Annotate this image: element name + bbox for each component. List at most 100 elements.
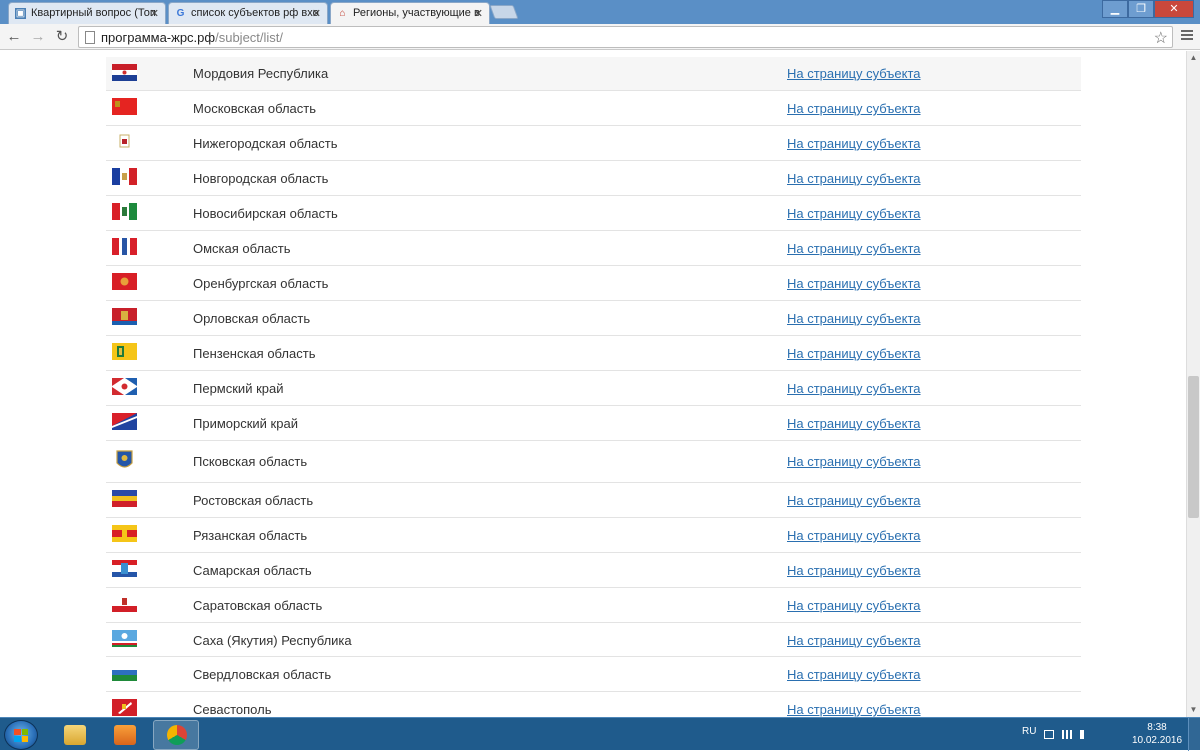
close-icon[interactable]: ✕ — [312, 7, 321, 20]
close-icon[interactable]: ✕ — [150, 7, 159, 20]
table-row: Саратовская область На страницу субъекта — [106, 588, 1081, 623]
media-player-icon — [114, 725, 136, 745]
window-controls: ▁ ❐ ✕ — [1102, 0, 1194, 18]
subject-page-link[interactable]: На страницу субъекта — [787, 161, 921, 196]
start-button[interactable] — [4, 720, 38, 750]
close-window-button[interactable]: ✕ — [1154, 0, 1194, 18]
clock-time: 8:38 — [1147, 722, 1167, 733]
subject-name: Ростовская область — [193, 493, 314, 508]
subject-page-link[interactable]: На страницу субъекта — [787, 336, 921, 371]
address-bar[interactable]: программа-жрс.рф/subject/list/ ☆ — [78, 26, 1173, 48]
reload-icon[interactable]: ↻ — [52, 27, 72, 47]
nizhny-novgorod-flag — [119, 134, 130, 148]
scroll-up-arrow-icon[interactable]: ▲ — [1187, 51, 1200, 65]
subject-name: Рязанская область — [193, 528, 308, 543]
subject-page-link[interactable]: На страницу субъекта — [787, 588, 921, 623]
omsk-flag — [112, 238, 137, 255]
chrome-menu-icon[interactable] — [1180, 28, 1194, 44]
url-host: программа-жрс.рф — [101, 30, 216, 45]
table-row: Рязанская область На страницу субъекта — [106, 518, 1081, 553]
table-row: Оренбургская область На страницу субъект… — [106, 266, 1081, 301]
tab-regions[interactable]: ⌂ Регионы, участвующие в ✕ — [330, 2, 490, 25]
bookmark-star-icon[interactable]: ☆ — [1154, 28, 1168, 48]
rostov-flag — [112, 490, 137, 507]
table-row: Пермский край На страницу субъекта — [106, 371, 1081, 406]
subject-page-link[interactable]: На страницу субъекта — [787, 406, 921, 441]
pskov-coat-of-arms — [116, 450, 133, 468]
orenburg-flag — [112, 273, 137, 290]
table-row: Московская область На страницу субъекта — [106, 91, 1081, 126]
title-bar: ▣ Квартирный вопрос (Топ ✕ G список субъ… — [0, 0, 1200, 25]
subject-page-link[interactable]: На страницу субъекта — [787, 301, 921, 336]
table-row: Новгородская область На страницу субъект… — [106, 161, 1081, 196]
subject-page-link[interactable]: На страницу субъекта — [787, 196, 921, 231]
subject-page-link[interactable]: На страницу субъекта — [787, 126, 921, 161]
restore-button[interactable]: ❐ — [1128, 0, 1154, 18]
flag-notification-icon[interactable] — [1044, 730, 1054, 739]
subject-name: Мордовия Республика — [193, 66, 329, 81]
page-content: Мордовия Республика На страницу субъекта… — [0, 51, 1186, 717]
subject-name: Орловская область — [193, 311, 311, 326]
scroll-down-arrow-icon[interactable]: ▼ — [1187, 703, 1200, 717]
browser-toolbar: ← → ↻ программа-жрс.рф/subject/list/ ☆ — [0, 24, 1200, 50]
chrome-icon — [167, 725, 187, 745]
google-icon: G — [176, 8, 185, 19]
subject-page-link[interactable]: На страницу субъекта — [787, 483, 921, 518]
subject-page-link[interactable]: На страницу субъекта — [787, 553, 921, 588]
subject-page-link[interactable]: На страницу субъекта — [787, 57, 921, 91]
language-indicator[interactable]: RU — [1022, 726, 1036, 737]
perm-flag — [112, 378, 137, 395]
scrollbar-thumb[interactable] — [1188, 376, 1199, 518]
new-tab-button[interactable] — [489, 5, 519, 19]
forward-arrow-icon[interactable]: → — [28, 27, 48, 47]
subjects-table: Мордовия Республика На страницу субъекта… — [106, 57, 1081, 717]
taskbar-media-player[interactable] — [102, 720, 148, 750]
minimize-button[interactable]: ▁ — [1102, 0, 1128, 18]
windows-taskbar: RU 8:38 10.02.2016 — [0, 717, 1200, 751]
close-icon[interactable]: ✕ — [474, 7, 483, 20]
ryazan-flag — [112, 525, 137, 542]
table-row: Свердловская область На страницу субъект… — [106, 657, 1081, 692]
folder-icon — [64, 725, 86, 745]
tab-label: Квартирный вопрос (Топ — [31, 7, 156, 19]
penza-flag — [112, 343, 137, 360]
subject-page-link[interactable]: На страницу субъекта — [787, 231, 921, 266]
taskbar-file-explorer[interactable] — [52, 720, 98, 750]
subject-page-link[interactable]: На страницу субъекта — [787, 518, 921, 553]
speaker-icon[interactable] — [1080, 730, 1092, 739]
clock-date: 10.02.2016 — [1131, 735, 1183, 746]
subject-page-link[interactable]: На страницу субъекта — [787, 371, 921, 406]
tab-google-search[interactable]: G список субъектов рф вхо ✕ — [168, 2, 328, 24]
vertical-scrollbar[interactable]: ▲ ▼ — [1186, 51, 1200, 717]
subject-page-link[interactable]: На страницу субъекта — [787, 623, 921, 658]
table-row: Нижегородская область На страницу субъек… — [106, 126, 1081, 161]
subject-page-link[interactable]: На страницу субъекта — [787, 657, 921, 692]
table-row: Омская область На страницу субъекта — [106, 231, 1081, 266]
sverdlovsk-flag — [112, 664, 137, 681]
subject-name: Московская область — [193, 101, 317, 116]
subject-page-link[interactable]: На страницу субъекта — [787, 692, 921, 717]
subject-name: Севастополь — [193, 702, 272, 717]
table-row: Мордовия Республика На страницу субъекта — [106, 57, 1081, 91]
show-desktop-button[interactable] — [1188, 718, 1200, 751]
subject-name: Омская область — [193, 241, 291, 256]
tab-kvartirny-vopros[interactable]: ▣ Квартирный вопрос (Топ ✕ — [8, 2, 166, 24]
page-info-icon[interactable] — [85, 31, 95, 44]
table-row: Самарская область На страницу субъекта — [106, 553, 1081, 588]
table-row: Новосибирская область На страницу субъек… — [106, 196, 1081, 231]
page-icon: ▣ — [15, 8, 26, 19]
taskbar-chrome[interactable] — [153, 720, 199, 750]
yakutia-flag — [112, 630, 137, 647]
subject-page-link[interactable]: На страницу субъекта — [787, 441, 921, 483]
subject-name: Самарская область — [193, 563, 312, 578]
subject-name: Саха (Якутия) Республика — [193, 633, 352, 648]
url-text: программа-жрс.рф/subject/list/ — [101, 30, 283, 45]
oryol-flag — [112, 308, 137, 325]
network-icon[interactable] — [1062, 730, 1072, 739]
subject-page-link[interactable]: На страницу субъекта — [787, 91, 921, 126]
table-row: Приморский край На страницу субъекта — [106, 406, 1081, 441]
samara-flag — [112, 560, 137, 577]
subject-page-link[interactable]: На страницу субъекта — [787, 266, 921, 301]
clock[interactable]: 8:38 10.02.2016 — [1130, 721, 1184, 747]
back-arrow-icon[interactable]: ← — [4, 27, 24, 47]
